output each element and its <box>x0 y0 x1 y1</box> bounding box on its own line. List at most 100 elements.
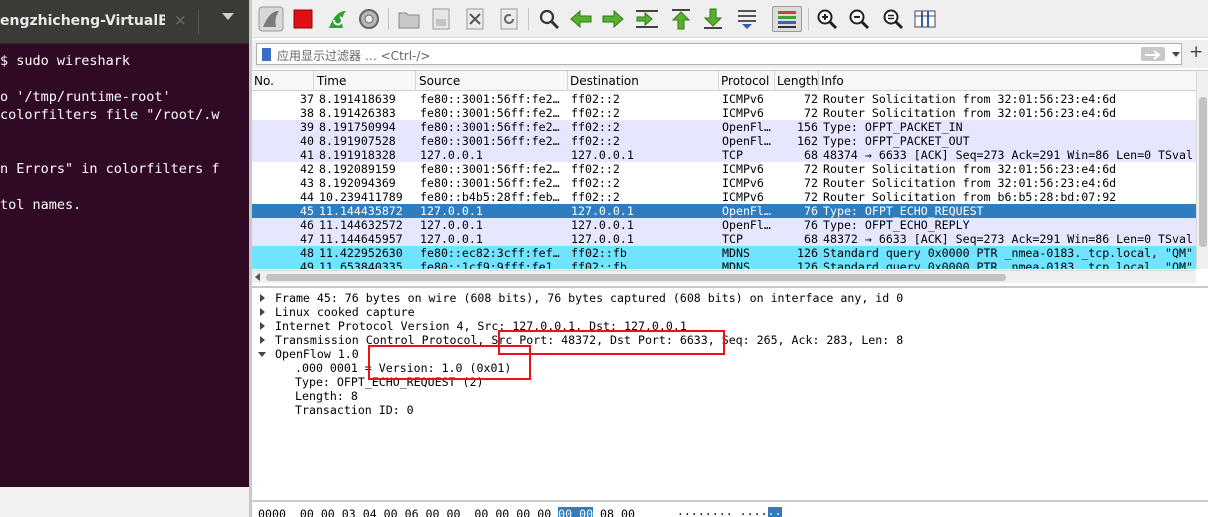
auto-scroll-icon[interactable] <box>734 6 760 32</box>
bytes-offset: 0000 <box>258 507 286 517</box>
detail-tree-item[interactable]: Linux cooked capture <box>252 305 1202 319</box>
packet-cell-proto: ICMPv6 <box>722 162 764 176</box>
chevron-down-icon[interactable] <box>1172 52 1180 57</box>
packet-cell-src: fe80::3001:56ff:fe2… <box>420 134 560 148</box>
bytes-ascii-selected[interactable]: ·· <box>767 507 782 517</box>
detail-tree-item[interactable]: Internet Protocol Version 4, Src: 127.0.… <box>252 319 1202 333</box>
chevron-down-icon[interactable] <box>222 13 234 20</box>
bookmark-icon[interactable] <box>262 48 271 61</box>
packet-cell-time: 11.144435872 <box>319 204 403 218</box>
packet-cell-info: Router Solicitation from b6:b5:28:bd:07:… <box>823 190 1117 204</box>
packet-details: Frame 45: 76 bytes on wire (608 bits), 7… <box>252 286 1208 498</box>
go-to-packet-icon[interactable] <box>634 6 660 32</box>
collapsed-arrow-icon[interactable] <box>260 308 265 316</box>
toolbar-separator <box>528 8 529 30</box>
save-file-icon[interactable] <box>428 6 454 32</box>
bytes-hex-selected[interactable]: 00 00 <box>558 507 594 517</box>
restart-capture-icon[interactable] <box>324 6 350 32</box>
packet-cell-no: 46 <box>300 218 314 232</box>
close-icon[interactable]: × <box>174 11 187 29</box>
packet-cell-src: 127.0.0.1 <box>420 148 483 162</box>
packet-row[interactable]: 48 11.422952630 fe80::ec82:3cff:fef… ff02::… <box>252 246 1196 260</box>
packet-cell-src: fe80::3001:56ff:fe2… <box>420 120 560 134</box>
packet-row[interactable]: 40 8.191907528 fe80::3001:56ff:fe2… ff02::2… <box>252 134 1196 148</box>
packet-row[interactable]: 44 10.239411789 fe80::b4b5:28ff:feb… ff02::… <box>252 190 1196 204</box>
apply-filter-button[interactable] <box>1141 47 1165 61</box>
detail-field[interactable]: Transaction ID: 0 <box>252 403 1202 417</box>
packet-cell-dst: 127.0.0.1 <box>571 232 634 246</box>
column-header-source[interactable]: Source <box>417 71 568 91</box>
packet-cell-src: 127.0.0.1 <box>420 218 483 232</box>
packet-row-selected[interactable]: 45 11.144435872 127.0.0.1 127.0.0.1 OpenFl… 7… <box>252 204 1196 218</box>
packet-cell-len: 68 <box>804 148 818 162</box>
shark-fin-start-icon[interactable] <box>258 6 284 32</box>
packet-row[interactable]: 46 11.144632572 127.0.0.1 127.0.0.1 OpenFl… 7… <box>252 218 1196 232</box>
packet-cell-dst: ff02::2 <box>571 162 620 176</box>
packet-cell-src: fe80::3001:56ff:fe2… <box>420 162 560 176</box>
packet-cell-dst: ff02::2 <box>571 106 620 120</box>
go-last-packet-icon[interactable] <box>700 6 726 32</box>
capture-options-icon[interactable] <box>356 6 382 32</box>
packet-cell-len: 72 <box>804 176 818 190</box>
zoom-normal-icon[interactable] <box>880 6 906 32</box>
detail-field[interactable]: Length: 8 <box>252 389 1202 403</box>
column-header-length[interactable]: Length <box>775 71 819 91</box>
packet-cell-src: fe80::b4b5:28ff:feb… <box>420 190 560 204</box>
collapsed-arrow-icon[interactable] <box>260 294 265 302</box>
vertical-scrollbar[interactable] <box>1196 71 1208 269</box>
packet-cell-time: 8.192094369 <box>319 176 396 190</box>
reload-file-icon[interactable] <box>496 6 522 32</box>
detail-tree-item[interactable]: Frame 45: 76 bytes on wire (608 bits), 7… <box>252 291 1202 305</box>
display-filter-input[interactable]: 应用显示过滤器 … <Ctrl-/> <box>256 43 1182 65</box>
stop-capture-icon[interactable] <box>290 6 316 32</box>
go-forward-icon[interactable] <box>600 6 626 32</box>
zoom-in-icon[interactable] <box>814 6 840 32</box>
scrollbar-thumb[interactable] <box>266 274 1006 281</box>
find-packet-icon[interactable] <box>536 6 562 32</box>
packet-row[interactable]: 41 8.191918328 127.0.0.1 127.0.0.1 TCP 68 4837… <box>252 148 1196 162</box>
add-filter-button[interactable]: + <box>1189 42 1203 62</box>
packet-row[interactable]: 47 11.144645957 127.0.0.1 127.0.0.1 TCP 68 483… <box>252 232 1196 246</box>
column-header-info[interactable]: Info <box>819 71 1196 91</box>
zoom-out-icon[interactable] <box>846 6 872 32</box>
expanded-arrow-icon[interactable] <box>258 352 266 357</box>
toolbar-separator <box>808 8 809 30</box>
toolbar-separator <box>388 8 389 30</box>
packet-cell-time: 10.239411789 <box>319 190 403 204</box>
packet-cell-time: 8.192089159 <box>319 162 396 176</box>
column-header-no[interactable]: No. <box>252 71 314 91</box>
resize-columns-icon[interactable] <box>912 6 938 32</box>
terminal-tab[interactable]: engzhicheng-VirtualBox: ~ × <box>0 0 251 44</box>
terminal-line: o '/tmp/runtime-root' <box>0 89 171 105</box>
packet-cell-info: Standard query 0x0000 PTR _nmea-0183._tc… <box>823 246 1193 260</box>
packet-cell-info: Type: OFPT_PACKET_OUT <box>823 134 970 148</box>
column-header-protocol[interactable]: Protocol <box>719 71 775 91</box>
packet-row[interactable]: 37 8.191418639 fe80::3001:56ff:fe2… ff02::2… <box>252 92 1196 106</box>
packet-cell-info: Type: OFPT_PACKET_IN <box>823 120 963 134</box>
collapsed-arrow-icon[interactable] <box>260 336 265 344</box>
packet-row[interactable]: 49 11.653840335 fe80::1cf9:9fff:fe1… ff02::… <box>252 260 1196 269</box>
collapsed-arrow-icon[interactable] <box>260 322 265 330</box>
detail-text: Frame 45: 76 bytes on wire (608 bits), 7… <box>275 291 904 305</box>
terminal-line: colorfilters file "/root/.w <box>0 107 220 123</box>
filter-placeholder: 应用显示过滤器 … <Ctrl-/> <box>277 49 431 63</box>
go-back-icon[interactable] <box>568 6 594 32</box>
packet-cell-no: 37 <box>300 92 314 106</box>
open-file-icon[interactable] <box>396 6 422 32</box>
packet-cell-dst: ff02::fb <box>571 246 627 260</box>
scroll-left-icon[interactable] <box>255 273 260 281</box>
go-first-packet-icon[interactable] <box>668 6 694 32</box>
packet-cell-time: 8.191750994 <box>319 120 396 134</box>
colorize-icon[interactable] <box>772 6 802 32</box>
packet-cell-len: 76 <box>804 218 818 232</box>
packet-row[interactable]: 39 8.191750994 fe80::3001:56ff:fe2… ff02::2… <box>252 120 1196 134</box>
column-header-destination[interactable]: Destination <box>568 71 719 91</box>
close-file-icon[interactable] <box>462 6 488 32</box>
packet-row[interactable]: 38 8.191426383 fe80::3001:56ff:fe2… ff02::2… <box>252 106 1196 120</box>
packet-row[interactable]: 42 8.192089159 fe80::3001:56ff:fe2… ff02::2… <box>252 162 1196 176</box>
scrollbar-thumb[interactable] <box>1199 97 1207 247</box>
packet-row[interactable]: 43 8.192094369 fe80::3001:56ff:fe2… ff02::2… <box>252 176 1196 190</box>
horizontal-scrollbar[interactable] <box>252 270 1196 283</box>
column-header-time[interactable]: Time <box>315 71 416 91</box>
packet-cell-no: 49 <box>300 260 314 269</box>
